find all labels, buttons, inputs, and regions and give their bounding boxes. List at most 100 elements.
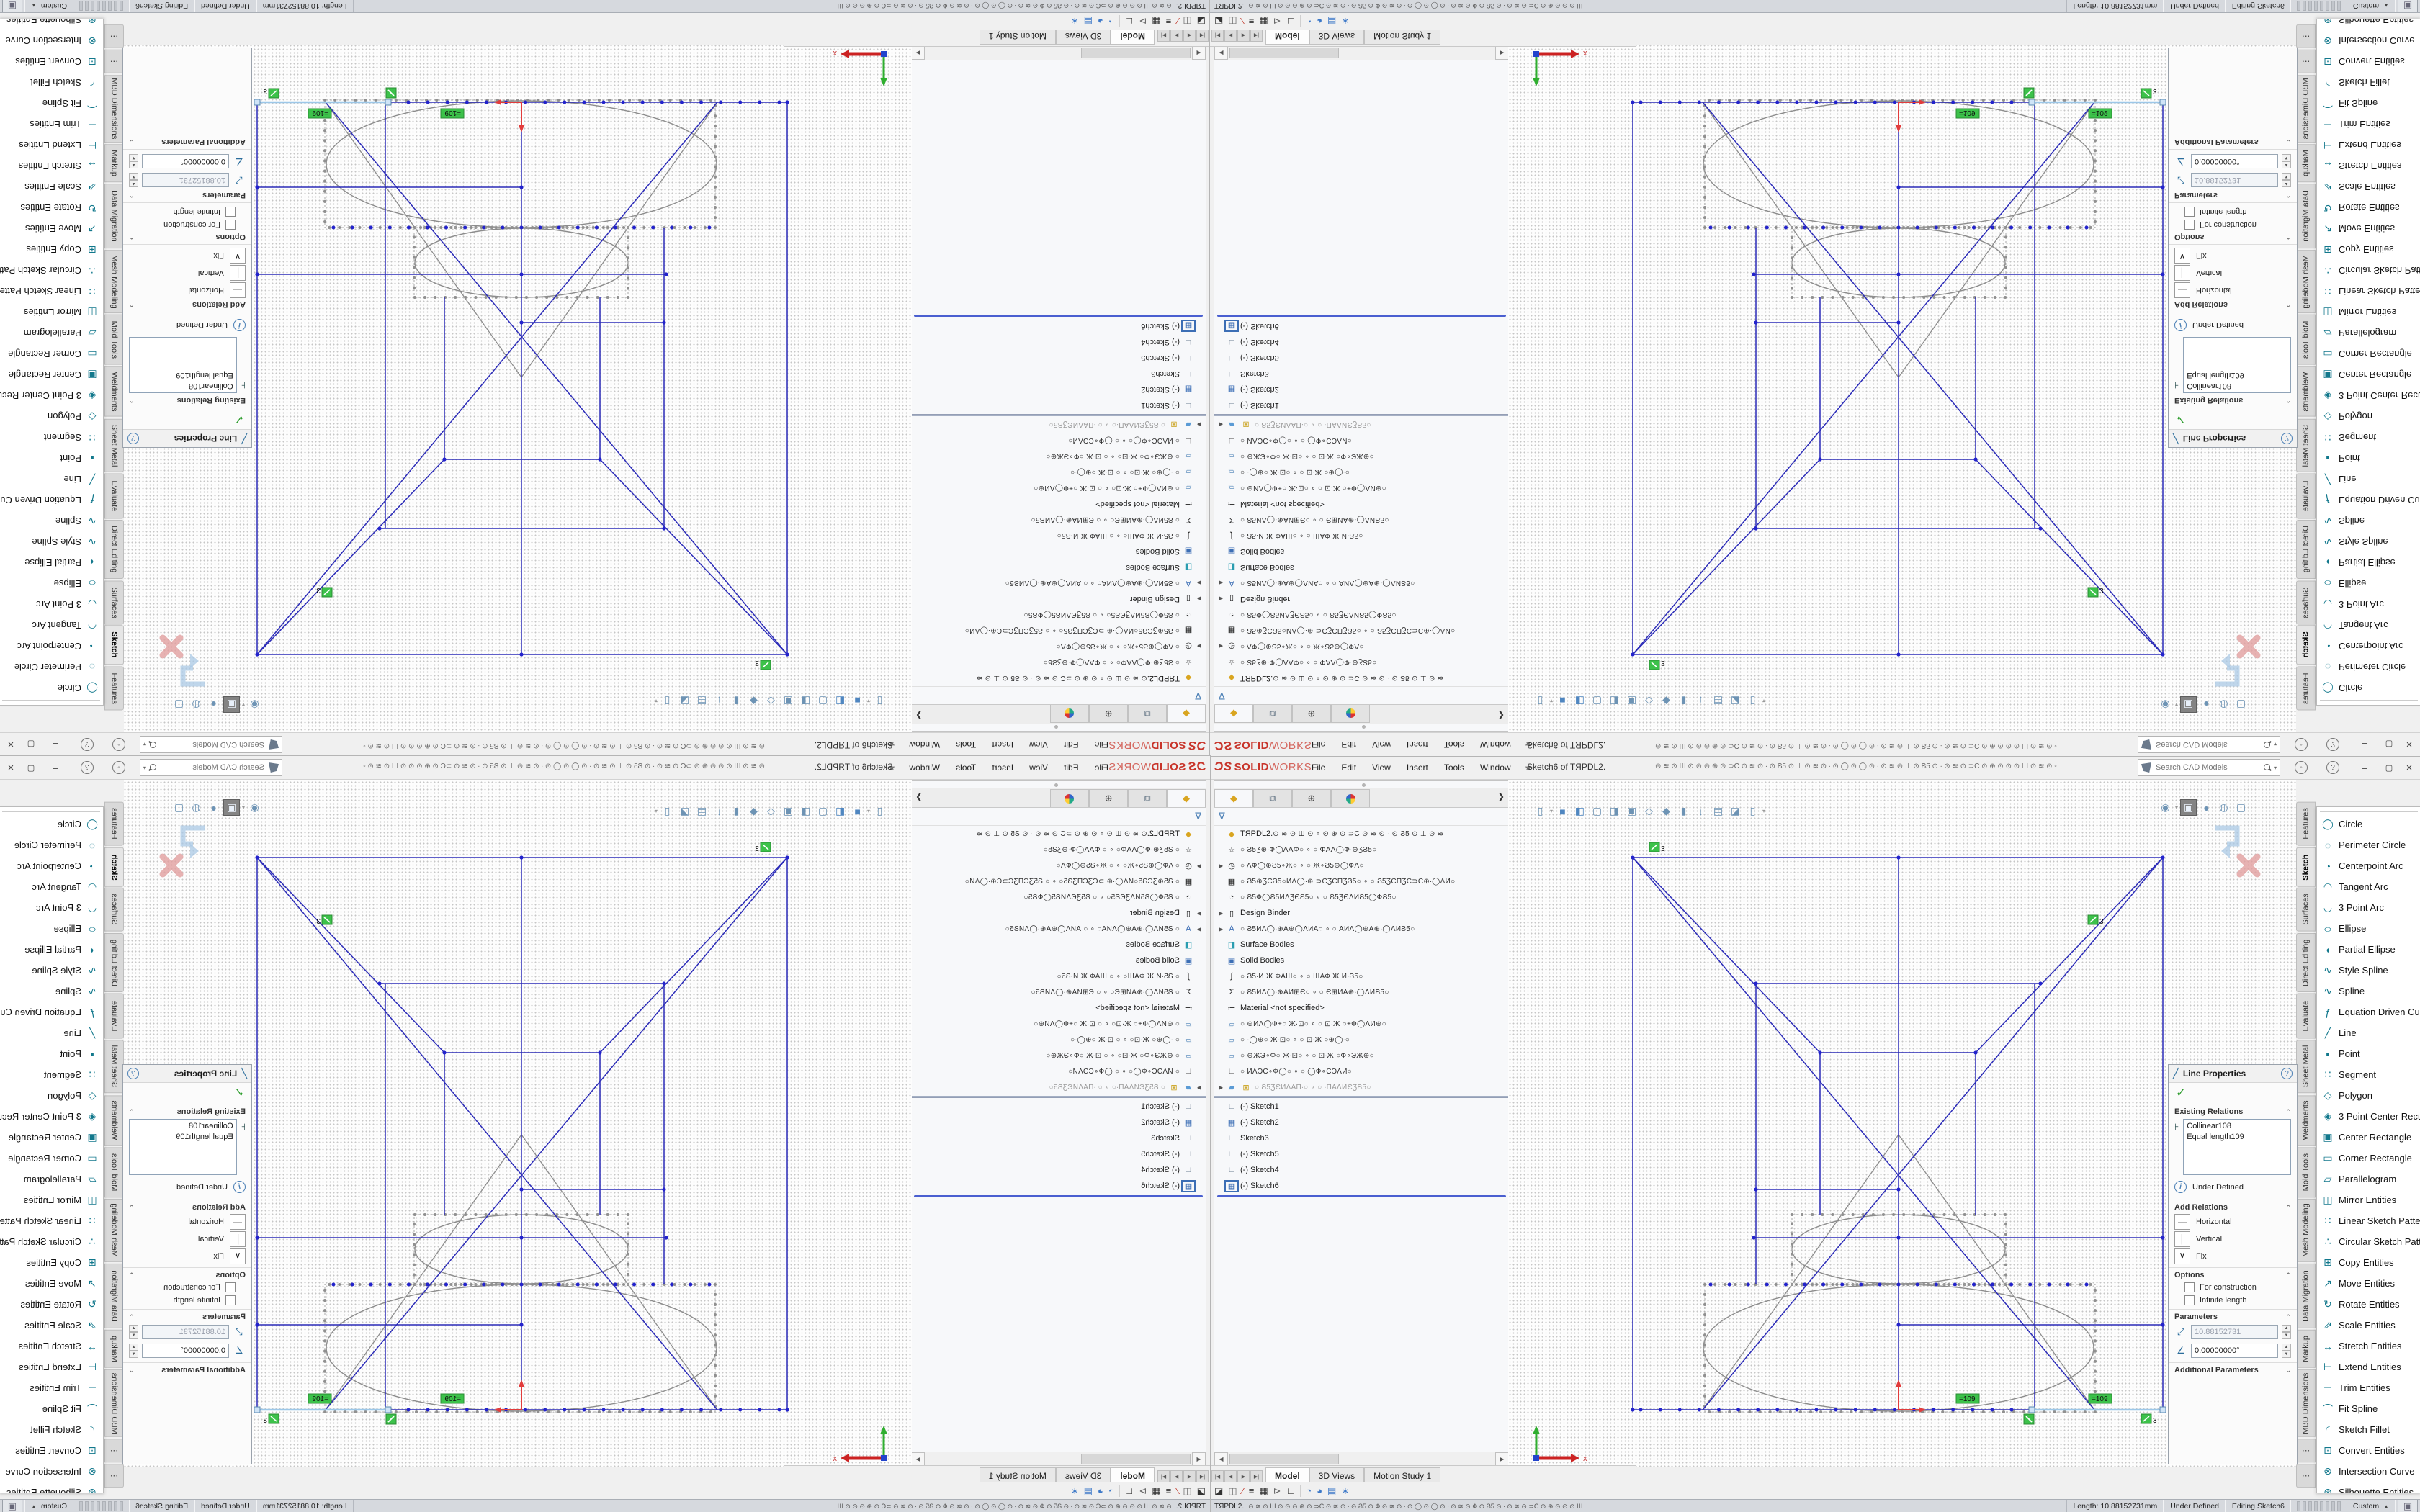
tree-horizontal-scrollbar[interactable]: ◀ ▶	[1214, 1452, 1509, 1466]
panel-splitter[interactable]	[911, 781, 1206, 788]
section-options[interactable]: Options⌃	[2169, 231, 2297, 245]
view-tool-icon[interactable]: ◇	[763, 804, 779, 819]
add-relation-vertical[interactable]: │Vertical	[2169, 264, 2297, 282]
add-relation-vertical[interactable]: │Vertical	[123, 264, 251, 282]
flyout-item-style-spline[interactable]: ∿Style Spline	[0, 960, 103, 981]
selected-endpoint-handle[interactable]	[385, 99, 391, 105]
view-tool-icon[interactable]: ▾	[1762, 808, 1765, 814]
flyout-item-silhouette-entities[interactable]: ⊛Silhouette Entities	[2317, 19, 2420, 30]
flyout-item-perimeter-circle[interactable]: ◌Perimeter Circle	[0, 657, 103, 678]
quick-tool-icon[interactable]: ∟	[1286, 16, 1296, 27]
quick-tool-icon[interactable]: ∗	[1341, 16, 1349, 27]
relations-list[interactable]: Collinear108Equal length109	[2183, 337, 2291, 393]
menu-window[interactable]: Window	[902, 737, 946, 752]
checkbox[interactable]	[225, 220, 236, 230]
section-existing-relations[interactable]: Existing Relations⌃	[123, 1104, 251, 1117]
view-tool-icon[interactable]: ▢	[1590, 693, 1605, 708]
command-tab-surfaces[interactable]: Surfaces	[104, 580, 124, 624]
command-tab-sketch[interactable]: Sketch	[2296, 626, 2316, 665]
flyout-item-copy-entities[interactable]: ⊞Copy Entities	[0, 239, 103, 260]
tab-propertymanager[interactable]: ⧉	[1253, 789, 1292, 807]
search-icon[interactable]	[148, 740, 157, 749]
tree-item-garbled[interactable]: ▶◷○ ΛФ◯⊕Ϩ5∘Ж○ ∘ ○ Ж∘Ϩ5⊕◯ФΛ○	[911, 858, 1206, 873]
flyout-item-parallelogram[interactable]: ▱Parallelogram	[2317, 323, 2420, 343]
tree-item-design-binder[interactable]: ▶▯Design Binder	[1214, 591, 1509, 607]
flyout-item-segment[interactable]: ∷Segment	[0, 1064, 103, 1085]
flyout-item-convert-entities[interactable]: ⊡Convert Entities	[2317, 51, 2420, 72]
angle-field[interactable]: 0.00000000°	[142, 154, 229, 168]
command-tab-mbd-dimensions[interactable]: MBD Dimensions	[104, 75, 124, 143]
flyout-item-3-point-arc[interactable]: ◡3 Point Arc	[0, 594, 103, 615]
tab-featuremanager[interactable]: ◆	[1214, 705, 1253, 723]
tree-item-garbled[interactable]: ∟○ ИΛЭЄ∘Ф◯○ ∘ ○ ◯Ф∘ЄЭΛИ○	[911, 433, 1206, 449]
menu-edit[interactable]: Edit	[1057, 737, 1085, 752]
flyout-item-partial-ellipse[interactable]: ◖Partial Ellipse	[2317, 939, 2420, 960]
scroll-right-icon[interactable]: ▶	[911, 46, 925, 60]
command-tab-mold-tools[interactable]: Mold Tools	[104, 315, 124, 365]
view-tool-icon[interactable]: ◆	[1659, 693, 1674, 708]
section-existing-relations[interactable]: Existing Relations⌃	[2169, 1104, 2297, 1117]
view-tool-icon[interactable]: ◪	[1728, 693, 1743, 708]
user-account-button[interactable]: ◦	[2287, 756, 2315, 779]
mbd-icon[interactable]: ▣	[2, 0, 22, 12]
flyout-item-move-entities[interactable]: ↗Move Entities	[0, 218, 103, 239]
scroll-left-icon[interactable]: ◀	[1214, 1452, 1228, 1466]
mbd-icon[interactable]: ▣	[2398, 1500, 2418, 1512]
command-tab-weldments[interactable]: Weldments	[2296, 366, 2316, 417]
display-setting-icon[interactable]: ▣	[223, 696, 240, 713]
command-tab-data-migration[interactable]: Data Migration	[2296, 184, 2316, 248]
tree-filter-bar[interactable]: ∇	[1214, 686, 1509, 704]
flyout-item-line[interactable]: ╱Line	[0, 469, 103, 490]
view-tool-icon[interactable]: ◆	[1659, 804, 1674, 819]
quick-tool-icon[interactable]: ◔	[1108, 16, 1114, 27]
flyout-item-linear-sketch-pattern[interactable]: ∷Linear Sketch Pattern	[2317, 1210, 2420, 1231]
tree-item--sketch2[interactable]: ▦(-) Sketch2	[1214, 1115, 1509, 1130]
menu-window[interactable]: Window	[902, 760, 946, 775]
search-box[interactable]: ▾	[140, 759, 282, 776]
quick-tool-icon[interactable]: ∟	[1125, 1485, 1134, 1496]
display-setting-icon[interactable]: ▢	[2233, 800, 2249, 815]
minimize-button[interactable]: –	[42, 733, 69, 756]
view-tool-icon[interactable]: ▾	[867, 808, 870, 814]
option-for-construction[interactable]: For construction	[123, 1281, 251, 1294]
flyout-item-linear-sketch-pattern[interactable]: ∷Linear Sketch Pattern	[0, 281, 103, 302]
tree-horizontal-scrollbar[interactable]: ◀ ▶	[1214, 46, 1509, 60]
tree-item-sketch3[interactable]: ∟Sketch3	[1214, 1130, 1509, 1146]
tree-item-garbled[interactable]: ▱○ ⊕ИΛ◯Ф+○ Ж∙⊡○ ∘ ○ ⊡∙Ж ○+Ф◯ΛИ⊕○	[1214, 1016, 1509, 1032]
tree-item--sketch6[interactable]: ▦(-) Sketch6	[1214, 318, 1509, 334]
menu-edit[interactable]: Edit	[1335, 737, 1363, 752]
flyout-item-sketch-fillet[interactable]: ◜Sketch Fillet	[2317, 72, 2420, 93]
tree-item--sketch5[interactable]: ∟(-) Sketch5	[911, 350, 1206, 366]
command-tab-data-migration[interactable]: Data Migration	[104, 184, 124, 248]
quick-tool-icon[interactable]: ≡	[1166, 16, 1172, 27]
menu-tools[interactable]: Tools	[1438, 737, 1471, 752]
option-infinite-length[interactable]: Infinite length	[123, 1294, 251, 1307]
flyout-item-tangent-arc[interactable]: ◠Tangent Arc	[0, 615, 103, 636]
menu-file[interactable]: File	[1305, 737, 1332, 752]
tree-item-garbled[interactable]: Σ○ Ϩ5ИΛ◯∙⊕АИ⊞Є○ ∘ ○ Є⊞ИА⊕∙◯ΛИϨ5○	[1214, 984, 1509, 1000]
view-tool-icon[interactable]: ▯	[1745, 804, 1760, 819]
quick-tool-icon[interactable]: ▤	[1327, 1485, 1336, 1497]
quick-tool-icon[interactable]: ⊳	[1139, 1485, 1147, 1497]
flyout-item-style-spline[interactable]: ∿Style Spline	[2317, 960, 2420, 981]
view-tool-icon[interactable]: ▢	[815, 804, 830, 819]
selected-endpoint-handle[interactable]	[254, 1407, 260, 1413]
command-tab-sheet-metal[interactable]: Sheet Metal	[104, 418, 124, 472]
option-infinite-length[interactable]: Infinite length	[2169, 1294, 2297, 1307]
flyout-item-corner-rectangle[interactable]: ▭Corner Rectangle	[2317, 343, 2420, 364]
option-for-construction[interactable]: For construction	[123, 218, 251, 231]
menu-insert[interactable]: Insert	[985, 737, 1020, 752]
view-tool-icon[interactable]: ◨	[1607, 693, 1622, 708]
accept-button[interactable]: ✓	[123, 1083, 251, 1102]
tree-item-garbled[interactable]: ▱○ ∙◯⊕○ Ж∙⊡○ ∘ ○ ⊡∙Ж ○⊕◯∙○	[1214, 1032, 1509, 1048]
quick-tool-icon[interactable]: ▤	[1327, 16, 1336, 27]
view-tool-icon[interactable]: ◇	[763, 693, 779, 708]
accept-button[interactable]: ✓	[2169, 1083, 2297, 1102]
view-tool-icon[interactable]: ▮	[729, 693, 744, 708]
tab-displaymanager[interactable]	[1331, 789, 1370, 807]
flyout-item-parallelogram[interactable]: ▱Parallelogram	[0, 1169, 103, 1189]
flyout-item-3-point-center-recta-[interactable]: ◈3 Point Center Recta...	[0, 385, 103, 406]
flyout-item-point[interactable]: ▪Point	[0, 448, 103, 469]
tree-item--sketch2[interactable]: ▦(-) Sketch2	[1214, 382, 1509, 397]
flyout-item-point[interactable]: ▪Point	[2317, 1043, 2420, 1064]
